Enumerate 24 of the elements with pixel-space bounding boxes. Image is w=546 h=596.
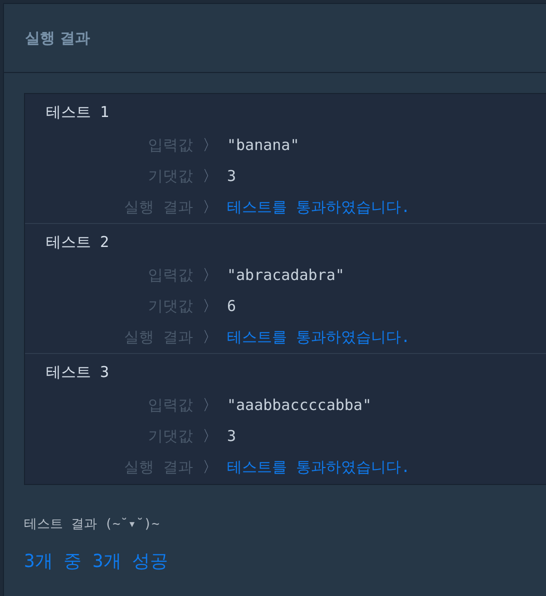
separator: 〉 [202,136,218,154]
separator: 〉 [202,328,218,346]
row-value: "banana" [227,136,300,154]
separator: 〉 [202,166,218,186]
row-value: 6 [227,297,236,315]
row-value: "abracadabra" [227,266,344,284]
separator: 〉 [202,266,218,284]
result-message: 테스트를 통과하였습니다. [227,198,410,216]
separator: 〉 [202,458,218,476]
separator: 〉 [202,426,218,446]
separator: 〉 [202,198,218,216]
result-message: 테스트를 통과하였습니다. [227,328,410,346]
test-title: 테스트 2 [46,233,110,253]
row-value: "aaabbaccccabba" [227,396,372,414]
panel-title: 실행 결과 [25,28,90,48]
test-title: 테스트 1 [46,103,110,123]
row-value: 3 [227,167,236,185]
separator: 〉 [202,396,218,414]
result-message: 테스트를 통과하였습니다. [227,458,410,476]
summary-heading: 테스트 결과 (~˘▾˘)~ [24,517,160,532]
summary-result: 3개 중 3개 성공 [24,551,168,572]
separator: 〉 [202,296,218,316]
row-value: 3 [227,427,236,445]
test-title: 테스트 3 [46,363,110,383]
